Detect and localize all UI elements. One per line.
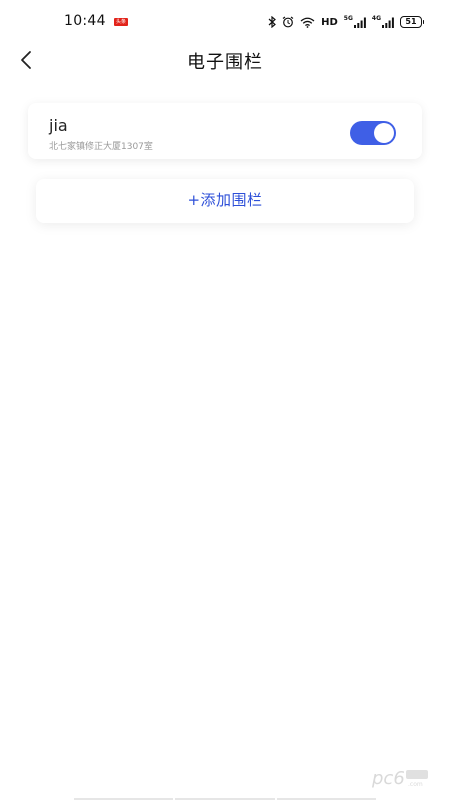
fence-enable-toggle[interactable]	[350, 121, 396, 145]
signal-5g-label: 5G	[343, 14, 353, 22]
svg-text:pc6: pc6	[371, 768, 405, 789]
signal-4g-label: 4G	[371, 14, 381, 22]
wifi-icon	[300, 14, 315, 30]
status-icons: HD 5G 4G 51	[268, 14, 424, 30]
status-bar: 10:44 头条 HD 5G 4G 51	[0, 0, 450, 44]
alarm-icon	[282, 14, 294, 30]
fence-name: jia	[49, 116, 68, 135]
status-time: 10:44	[64, 13, 106, 29]
watermark-logo: pc6 .com	[370, 764, 430, 790]
page-title: 电子围栏	[187, 52, 263, 73]
fence-address: 北七家镇修正大厦1307室	[49, 142, 153, 152]
signal-5g-icon: 5G	[344, 14, 366, 30]
toggle-knob	[374, 123, 394, 143]
hd-indicator: HD	[321, 16, 338, 28]
notification-badge: 头条	[114, 18, 128, 26]
svg-text:.com: .com	[408, 781, 423, 788]
fence-card[interactable]: jia 北七家镇修正大厦1307室	[28, 103, 422, 159]
add-fence-button[interactable]: +添加围栏	[36, 179, 414, 223]
battery-icon: 51	[400, 16, 424, 28]
signal-4g-icon: 4G	[372, 14, 394, 30]
bluetooth-icon	[268, 14, 277, 30]
